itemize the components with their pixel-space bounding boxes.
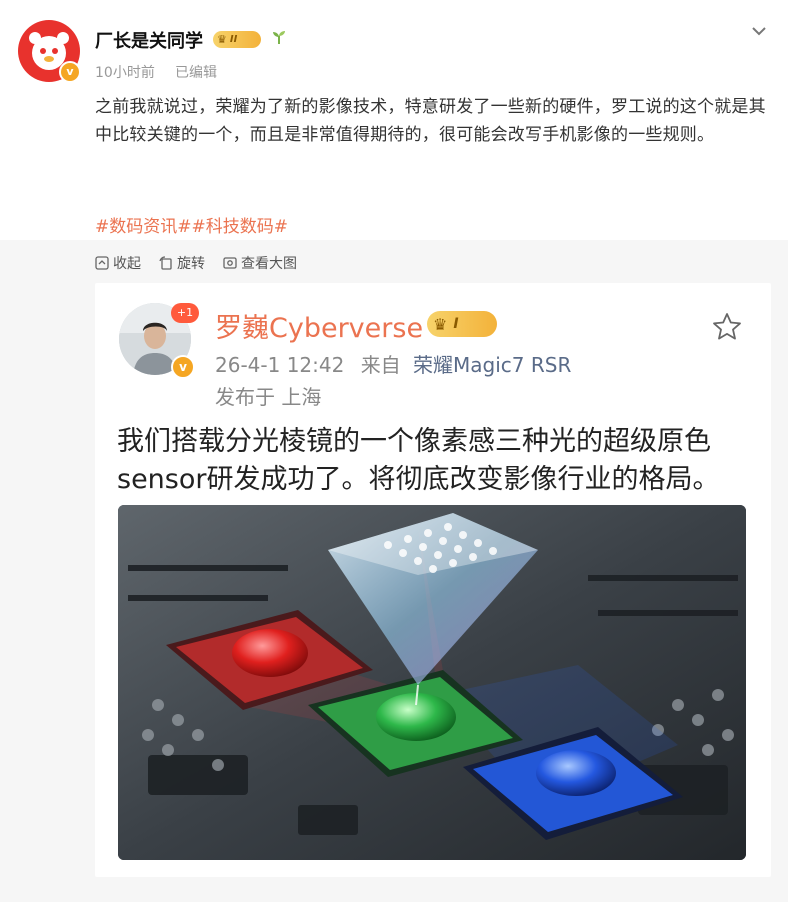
crown-icon: ♛ (217, 33, 227, 46)
image-toolbar: 收起 旋转 查看大图 (95, 253, 297, 273)
weibo-post: v 厂长是关同学 ♛ II 10小时前 已编辑 之前我就说过，荣耀为了新的影像技… (0, 0, 788, 902)
collapse-button[interactable]: 收起 (95, 253, 141, 273)
collapse-label: 收起 (113, 256, 141, 272)
embedded-screenshot-card[interactable]: +1 v 罗巍Cyberverse ♛ I 26-4-1 12:42 来自 荣耀… (95, 283, 771, 877)
crown-icon: ♛ (433, 314, 448, 334)
embedded-author-name[interactable]: 罗巍Cyberverse (215, 306, 423, 345)
edited-label[interactable]: 已编辑 (175, 62, 217, 82)
embedded-from: 来自 (360, 353, 401, 377)
chevron-down-icon[interactable] (750, 22, 768, 40)
sensor-illustration (118, 505, 746, 860)
embedded-verified-badge: v (171, 355, 195, 379)
view-large-button[interactable]: 查看大图 (223, 253, 297, 273)
post-time: 10小时前 (95, 65, 155, 81)
view-large-label: 查看大图 (241, 256, 297, 272)
hashtag-links[interactable]: #数码资讯##科技数码# (95, 212, 288, 237)
embedded-meta: 26-4-1 12:42 来自 荣耀Magic7 RSR (215, 349, 571, 378)
rotate-button[interactable]: 旋转 (159, 253, 205, 273)
embedded-source-device[interactable]: 荣耀Magic7 RSR (413, 353, 571, 377)
collapse-icon (95, 256, 109, 270)
sprout-icon[interactable] (270, 28, 288, 50)
notification-badge: +1 (171, 303, 199, 323)
embedded-author-avatar[interactable]: +1 v (119, 303, 199, 379)
embedded-date: 26-4-1 12:42 (215, 353, 345, 377)
star-icon[interactable] (711, 311, 743, 343)
view-large-icon (223, 257, 237, 269)
member-badge[interactable]: ♛ II (213, 31, 261, 48)
rotate-label: 旋转 (177, 256, 205, 272)
embedded-member-badge[interactable]: ♛ I (427, 311, 497, 337)
author-name[interactable]: 厂长是关同学 (95, 27, 203, 53)
embedded-sensor-image[interactable] (118, 505, 746, 860)
embedded-location: 发布于 上海 (215, 385, 322, 409)
verified-badge: v (59, 61, 81, 83)
rotate-icon (159, 256, 172, 270)
post-text: 之前我就说过，荣耀为了新的影像技术，特意研发了一些新的硬件，罗工说的这个就是其中… (95, 97, 766, 145)
member-level: II (229, 34, 238, 45)
embedded-post-text: 我们搭载分光棱镜的一个像素感三种光的超级原色sensor研发成功了。将彻底改变影… (117, 426, 720, 495)
author-avatar[interactable]: v (18, 20, 81, 83)
embedded-member-level: I (453, 316, 459, 332)
